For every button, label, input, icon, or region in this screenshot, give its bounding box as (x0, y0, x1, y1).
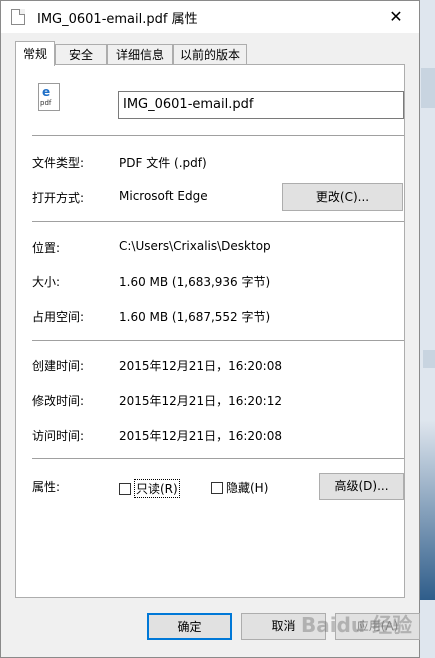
change-button[interactable]: 更改(C)... (282, 183, 403, 211)
hidden-checkbox-label: 隐藏(H) (226, 481, 269, 495)
background-text-block (423, 350, 435, 368)
checkbox-box[interactable] (119, 482, 131, 495)
divider (32, 458, 404, 459)
accessed-value: 2015年12月21日，16:20:08 (119, 429, 282, 443)
size-on-disk-label: 占用空间: (32, 310, 85, 324)
file-extension-label: pdf (40, 99, 52, 107)
divider (32, 340, 404, 341)
ok-button[interactable]: 确定 (147, 613, 232, 640)
edge-logo-glyph: e (42, 85, 51, 99)
properties-dialog: IMG_0601-email.pdf 属性 ✕ 常规 安全 详细信息 以前的版本… (0, 0, 420, 658)
readonly-checkbox-label: 只读(R) (134, 479, 180, 498)
readonly-checkbox[interactable]: 只读(R) (119, 479, 180, 498)
file-name-field[interactable]: IMG_0601-email.pdf (118, 91, 404, 119)
modified-label: 修改时间: (32, 394, 85, 408)
title-bar[interactable]: IMG_0601-email.pdf 属性 ✕ (1, 1, 419, 33)
tab-security[interactable]: 安全 (55, 44, 107, 65)
location-value: C:\Users\Crixalis\Desktop (119, 239, 271, 253)
advanced-button[interactable]: 高级(D)... (319, 473, 404, 500)
baidu-watermark: Baidu 经验 (301, 613, 413, 637)
accessed-label: 访问时间: (32, 429, 85, 443)
tab-details[interactable]: 详细信息 (107, 44, 173, 65)
checkbox-box[interactable] (211, 481, 223, 494)
general-tab-panel: e pdf IMG_0601-email.pdf 文件类型: PDF 文件 (.… (15, 64, 405, 598)
background-text-block (421, 68, 435, 108)
pdf-edge-file-icon: e pdf (38, 83, 60, 111)
divider (32, 135, 404, 136)
document-icon (11, 9, 25, 25)
created-value: 2015年12月21日，16:20:08 (119, 359, 282, 373)
modified-value: 2015年12月21日，16:20:12 (119, 394, 282, 408)
size-value: 1.60 MB (1,683,936 字节) (119, 275, 271, 289)
window-title: IMG_0601-email.pdf 属性 (37, 12, 198, 27)
size-label: 大小: (32, 275, 61, 289)
opens-with-value: Microsoft Edge (119, 189, 208, 203)
divider (32, 221, 404, 222)
size-on-disk-value: 1.60 MB (1,687,552 字节) (119, 310, 271, 324)
file-type-label: 文件类型: (32, 156, 85, 170)
file-type-value: PDF 文件 (.pdf) (119, 156, 207, 170)
close-button[interactable]: ✕ (373, 1, 419, 33)
tab-previous-versions[interactable]: 以前的版本 (173, 44, 247, 65)
location-label: 位置: (32, 241, 61, 255)
created-label: 创建时间: (32, 359, 85, 373)
attributes-label: 属性: (32, 480, 61, 494)
hidden-checkbox[interactable]: 隐藏(H) (211, 479, 268, 496)
tab-general[interactable]: 常规 (15, 41, 55, 66)
opens-with-label: 打开方式: (32, 191, 85, 205)
